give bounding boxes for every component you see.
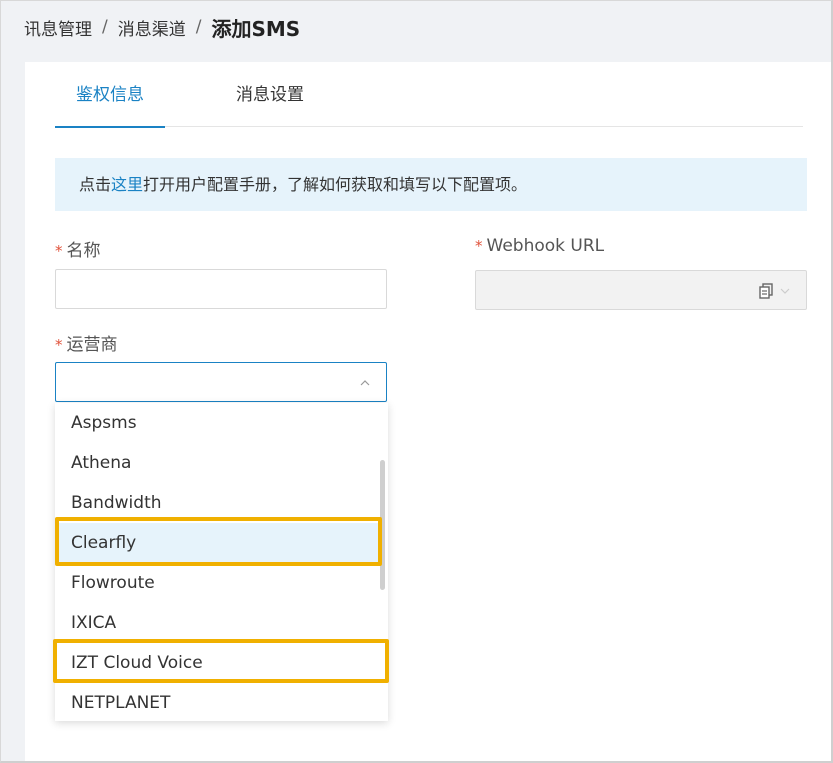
option-athena[interactable]: Athena — [55, 443, 380, 483]
tip-prefix: 点击 — [79, 175, 112, 194]
option-netplanet[interactable]: NETPLANET — [55, 683, 380, 721]
option-flowroute[interactable]: Flowroute — [55, 563, 380, 603]
name-label: * 名称 — [55, 236, 101, 261]
name-label-text: 名称 — [66, 241, 101, 261]
tip-suffix: 打开用户配置手册，了解如何获取和填写以下配置项。 — [143, 175, 528, 194]
required-mark: * — [55, 336, 63, 354]
breadcrumb-separator: / — [195, 17, 202, 37]
breadcrumb-item-channels[interactable]: 消息渠道 — [118, 15, 186, 40]
manual-link[interactable]: 这里 — [111, 175, 143, 194]
info-banner: 点击这里打开用户配置手册，了解如何获取和填写以下配置项。 — [55, 158, 807, 211]
chevron-down-icon — [780, 288, 790, 294]
breadcrumb-item-messaging[interactable]: 讯息管理 — [24, 15, 92, 40]
name-input[interactable] — [55, 269, 387, 309]
option-aspsms[interactable]: Aspsms — [55, 403, 380, 443]
option-ixica[interactable]: IXICA — [55, 603, 380, 643]
tab-message-settings[interactable]: 消息设置 — [215, 62, 325, 127]
webhook-url-field — [475, 270, 807, 310]
page-title: 添加SMS — [211, 16, 301, 41]
breadcrumb: 讯息管理 / 消息渠道 / 添加SMS — [24, 12, 300, 42]
required-mark: * — [55, 242, 63, 260]
carrier-label: * 运营商 — [55, 330, 118, 355]
carrier-label-text: 运营商 — [66, 335, 118, 355]
dropdown-scrollbar[interactable] — [380, 460, 385, 590]
option-izt-cloud-voice[interactable]: IZT Cloud Voice — [55, 643, 380, 683]
copy-icon[interactable] — [759, 283, 773, 299]
carrier-dropdown: Aspsms Athena Bandwidth Clearfly Flowrou… — [55, 403, 388, 721]
option-clearfly[interactable]: Clearfly — [55, 523, 380, 563]
breadcrumb-separator: / — [102, 17, 108, 37]
webhook-label: * Webhook URL — [475, 236, 604, 256]
chevron-up-icon — [360, 380, 370, 386]
webhook-label-text: Webhook URL — [486, 236, 605, 256]
tab-auth-info[interactable]: 鉴权信息 — [55, 62, 165, 128]
required-mark: * — [475, 237, 483, 255]
carrier-select[interactable] — [55, 362, 387, 402]
option-bandwidth[interactable]: Bandwidth — [55, 483, 380, 523]
tab-bar: 鉴权信息 消息设置 — [55, 62, 803, 128]
